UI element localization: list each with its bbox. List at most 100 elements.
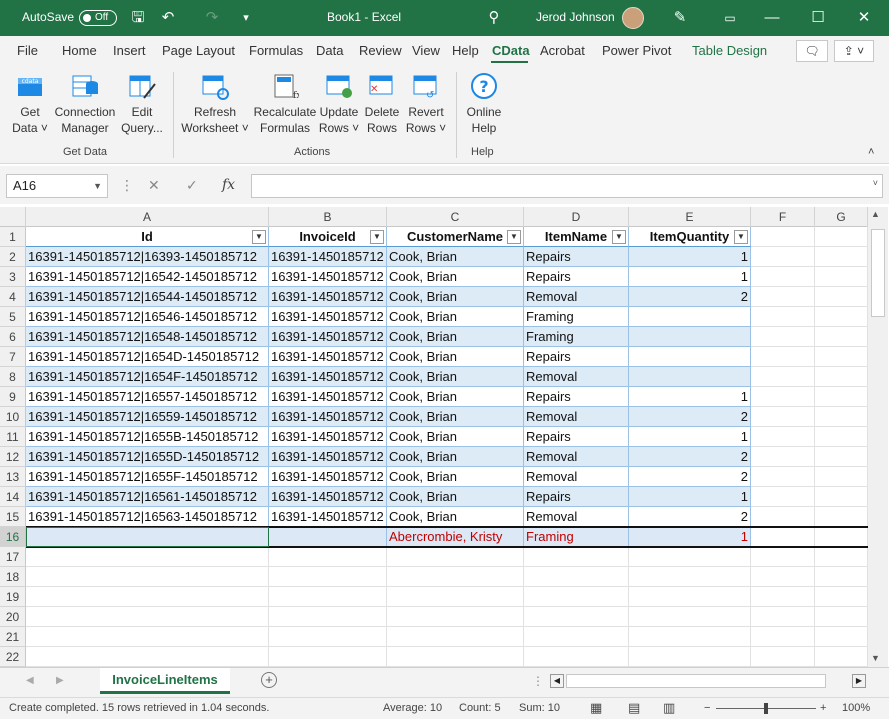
table-cell[interactable]: 1 <box>629 267 751 287</box>
column-header-f[interactable]: F <box>751 207 815 227</box>
scrollbar-thumb[interactable] <box>871 229 885 317</box>
vertical-scrollbar[interactable]: ▲ ▼ <box>868 207 888 667</box>
add-sheet-icon[interactable]: + <box>261 672 277 688</box>
row-header[interactable]: 4 <box>0 287 26 307</box>
insert-function-icon[interactable]: fx <box>222 177 235 193</box>
table-cell[interactable] <box>629 327 751 347</box>
tab-page-layout[interactable]: Page Layout <box>162 43 235 58</box>
connection-manager-button[interactable]: Connection Manager <box>53 72 117 136</box>
table-cell[interactable]: Framing <box>524 327 629 347</box>
table-cell[interactable]: 16391-1450185712|1655B-1450185712 <box>26 427 269 447</box>
row-header[interactable]: 20 <box>0 607 26 627</box>
filter-dropdown-icon[interactable]: ▼ <box>370 230 384 244</box>
table-cell[interactable]: 16391-1450185712 <box>269 287 387 307</box>
maximize-button[interactable]: ☐ <box>806 6 830 30</box>
update-rows-button[interactable]: Update Rows ˅ <box>316 72 362 136</box>
filter-dropdown-icon[interactable]: ▼ <box>252 230 266 244</box>
customize-toolbar-icon[interactable]: ▾ <box>234 6 258 30</box>
table-cell[interactable]: 16391-1450185712|16557-1450185712 <box>26 387 269 407</box>
search-icon[interactable]: ⚲ <box>482 6 506 30</box>
table-cell[interactable]: Repairs <box>524 247 629 267</box>
table-cell[interactable]: 16391-1450185712 <box>269 367 387 387</box>
enter-icon[interactable]: ✓ <box>186 177 198 194</box>
horizontal-scrollbar[interactable] <box>566 674 826 688</box>
table-cell[interactable]: Repairs <box>524 487 629 507</box>
table-cell[interactable]: Cook, Brian <box>387 427 524 447</box>
table-cell[interactable]: Cook, Brian <box>387 307 524 327</box>
table-cell[interactable]: 1 <box>629 387 751 407</box>
table-cell[interactable]: Cook, Brian <box>387 467 524 487</box>
table-header-cell[interactable]: InvoiceId ▼ <box>269 227 387 247</box>
column-header-g[interactable]: G <box>815 207 868 227</box>
table-cell[interactable]: 16391-1450185712|16548-1450185712 <box>26 327 269 347</box>
table-cell[interactable]: Removal <box>524 447 629 467</box>
table-header-cell[interactable]: CustomerName ▼ <box>387 227 524 247</box>
table-cell[interactable]: Cook, Brian <box>387 347 524 367</box>
undo-icon[interactable]: ↶ <box>156 6 180 30</box>
table-cell[interactable]: Cook, Brian <box>387 507 524 527</box>
recalculate-formulas-button[interactable]: fx Recalculate Formulas <box>252 72 318 136</box>
pen-icon[interactable]: ✎ <box>668 6 692 30</box>
row-header[interactable]: 19 <box>0 587 26 607</box>
avatar[interactable] <box>622 7 644 29</box>
save-icon[interactable]: 🖫 <box>126 6 150 30</box>
table-cell[interactable]: Cook, Brian <box>387 247 524 267</box>
row-header[interactable]: 8 <box>0 367 26 387</box>
page-layout-view-icon[interactable]: ▤ <box>628 700 640 716</box>
column-header-c[interactable]: C <box>387 207 524 227</box>
table-cell[interactable]: 16391-1450185712|16559-1450185712 <box>26 407 269 427</box>
online-help-button[interactable]: ? Online Help <box>462 72 506 136</box>
table-cell[interactable]: Cook, Brian <box>387 487 524 507</box>
row-header[interactable]: 6 <box>0 327 26 347</box>
prev-sheet-icon[interactable]: ◀ <box>26 675 34 686</box>
tab-home[interactable]: Home <box>62 43 97 58</box>
row-header[interactable]: 18 <box>0 567 26 587</box>
revert-rows-button[interactable]: ↺ Revert Rows ˅ <box>403 72 449 136</box>
zoom-in-icon[interactable]: + <box>820 702 826 714</box>
table-cell[interactable]: 16391-1450185712|16544-1450185712 <box>26 287 269 307</box>
cancel-icon[interactable]: ✕ <box>148 177 160 194</box>
table-cell[interactable]: Removal <box>524 507 629 527</box>
table-cell[interactable]: Removal <box>524 407 629 427</box>
table-cell[interactable]: 16391-1450185712 <box>269 447 387 467</box>
redo-icon[interactable]: ↷ <box>200 6 224 30</box>
table-cell[interactable]: Repairs <box>524 347 629 367</box>
delete-rows-button[interactable]: ✕ Delete Rows <box>363 72 401 136</box>
comments-icon[interactable]: 🗨 <box>796 40 828 62</box>
name-box[interactable]: A16 ▼ <box>6 174 108 198</box>
table-cell[interactable]: 2 <box>629 447 751 467</box>
tab-cdata[interactable]: CData <box>492 43 530 58</box>
formula-input[interactable]: ˅ <box>251 174 883 198</box>
column-header-e[interactable]: E <box>629 207 751 227</box>
column-header-a[interactable]: A <box>26 207 269 227</box>
row-header[interactable]: 5 <box>0 307 26 327</box>
status-count[interactable]: Count: 5 <box>459 702 501 714</box>
ribbon-display-icon[interactable]: ▭ <box>718 6 742 30</box>
table-cell[interactable]: 2 <box>629 507 751 527</box>
row-header[interactable]: 2 <box>0 247 26 267</box>
expand-formula-icon[interactable]: ˅ <box>873 178 878 188</box>
autosave-toggle[interactable]: Off <box>79 10 117 26</box>
status-average[interactable]: Average: 10 <box>383 702 442 714</box>
table-cell[interactable] <box>629 307 751 327</box>
table-cell[interactable]: 2 <box>629 407 751 427</box>
share-icon[interactable]: ⇪ ˅ <box>834 40 874 62</box>
table-cell[interactable]: 16391-1450185712 <box>269 467 387 487</box>
table-cell[interactable]: 1 <box>629 427 751 447</box>
filter-dropdown-icon[interactable]: ▼ <box>507 230 521 244</box>
tab-file[interactable]: File <box>17 43 38 58</box>
table-cell[interactable]: Cook, Brian <box>387 367 524 387</box>
row-header[interactable]: 10 <box>0 407 26 427</box>
row-header[interactable]: 12 <box>0 447 26 467</box>
table-cell[interactable]: 16391-1450185712 <box>269 347 387 367</box>
scroll-down-icon[interactable]: ▼ <box>871 653 880 663</box>
user-name[interactable]: Jerod Johnson <box>536 10 615 24</box>
tab-split-icon[interactable]: ⋮ <box>532 674 544 688</box>
select-all-corner[interactable] <box>0 207 26 227</box>
zoom-slider-thumb[interactable] <box>764 703 768 714</box>
scroll-right-icon[interactable]: ▶ <box>852 674 866 688</box>
table-cell[interactable]: 16391-1450185712 <box>269 307 387 327</box>
normal-view-icon[interactable]: ▦ <box>590 700 602 716</box>
table-header-cell[interactable]: ItemQuantity ▼ <box>629 227 751 247</box>
minimize-button[interactable]: — <box>760 6 784 30</box>
